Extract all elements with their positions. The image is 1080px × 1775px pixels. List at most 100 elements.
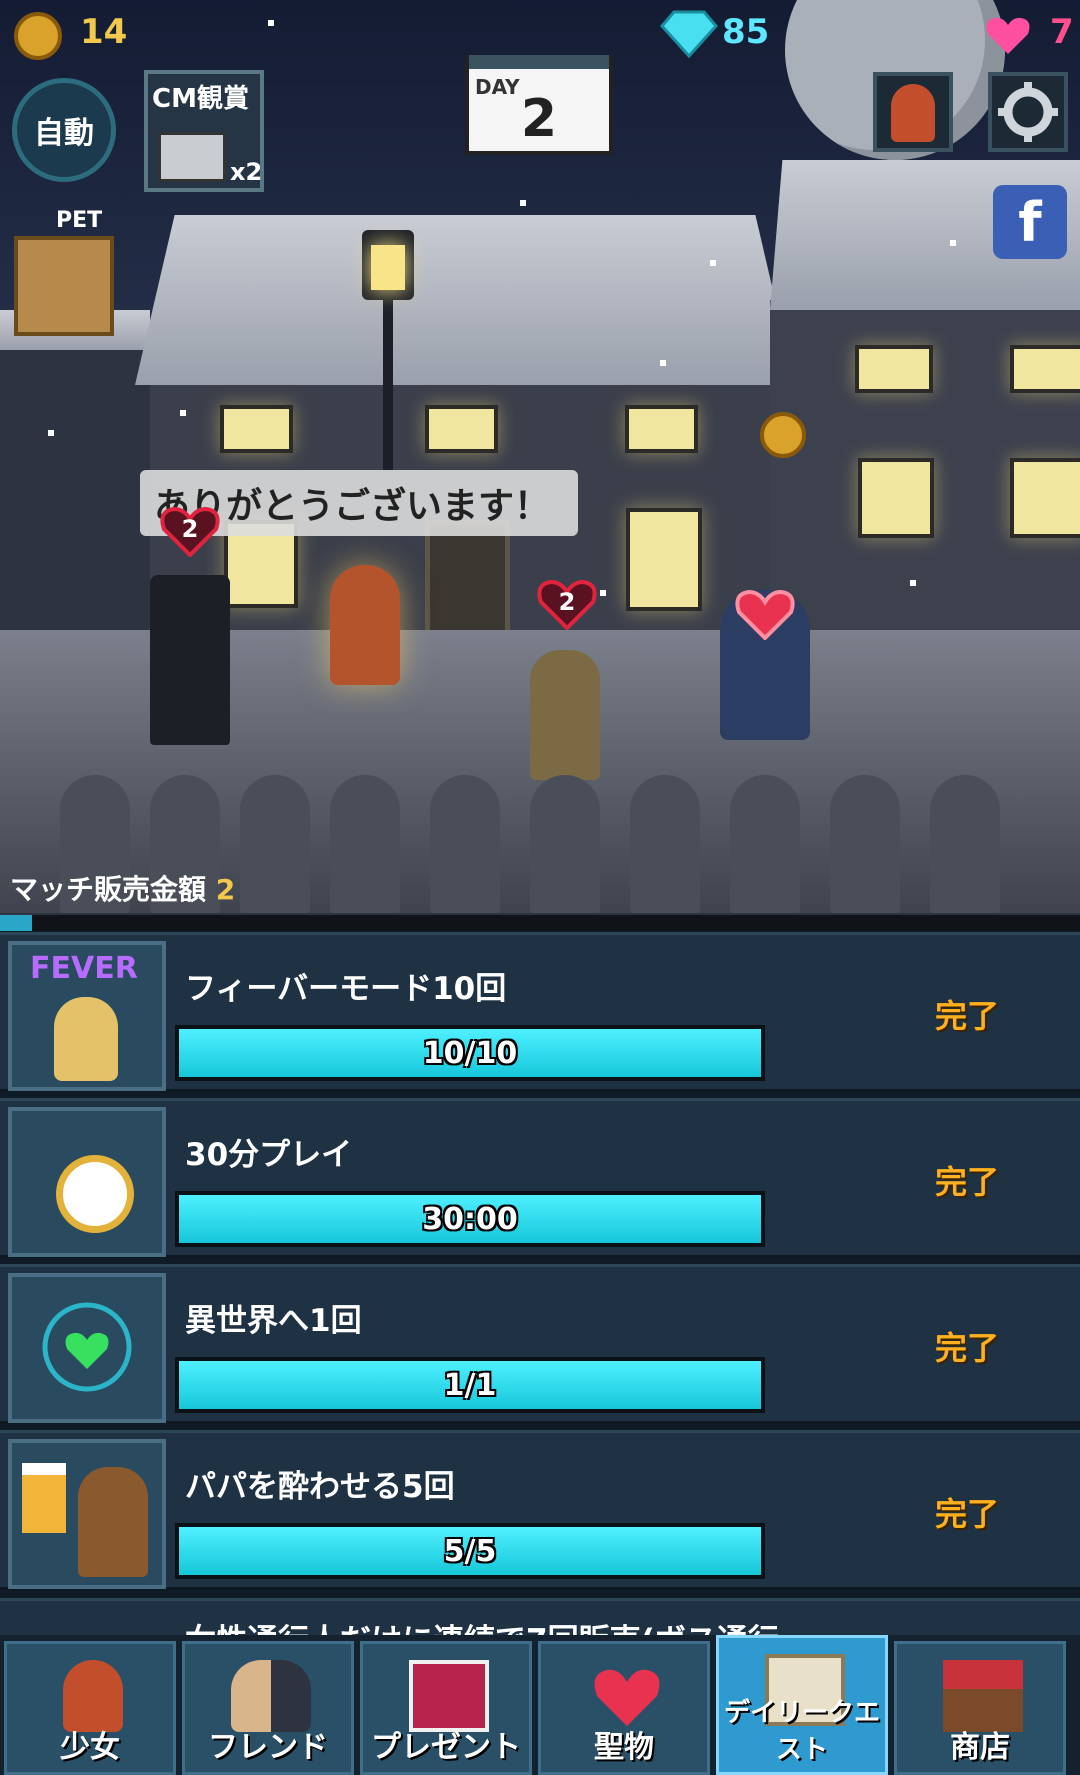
window: [855, 345, 933, 393]
golden-girl-figure: [54, 997, 118, 1081]
bottom-nav: 少女 フレンド プレゼント 聖物 デイリークエスト 商店: [0, 1635, 1080, 1775]
diamond-icon: [660, 10, 718, 58]
crowd-silhouette: [930, 775, 1000, 915]
diamond-count: 85: [722, 12, 770, 52]
nav-label: 聖物: [594, 1730, 654, 1765]
pet-label: PET: [56, 208, 103, 233]
quest-title: フィーバーモード10回: [185, 971, 507, 1007]
roof-center: [135, 215, 795, 385]
window: [625, 405, 698, 453]
snowflake: [600, 590, 606, 596]
sales-value: 2: [215, 873, 236, 906]
facebook-button[interactable]: f: [993, 185, 1067, 259]
lamp-light: [371, 245, 405, 290]
building-left: [0, 330, 160, 630]
window: [220, 405, 293, 453]
facebook-icon: f: [1018, 190, 1042, 254]
snowflake: [910, 580, 916, 586]
quest-complete-label[interactable]: 完了: [935, 1157, 999, 1203]
nav-girl[interactable]: 少女: [4, 1641, 176, 1775]
pet-house-icon: [14, 236, 114, 336]
girl-portrait-icon: [891, 84, 935, 142]
quest-progress-bar: 5/5: [175, 1523, 765, 1579]
quest-title: パパを酔わせる5回: [185, 1469, 455, 1505]
snowflake: [660, 360, 666, 366]
settings-button[interactable]: [988, 72, 1068, 152]
quest-progress-text: 1/1: [443, 1368, 497, 1403]
fever-badge: FEVER: [30, 951, 138, 986]
boy-customer: [530, 650, 600, 780]
snowflake: [520, 200, 526, 206]
heart-badge: [735, 588, 795, 641]
fever-girl-icon: FEVER: [8, 941, 166, 1091]
heart-badge: 2: [160, 505, 220, 558]
coin-icon: [14, 12, 62, 60]
snowflake: [950, 240, 956, 246]
cm-label: CM観賞: [152, 84, 249, 114]
gentleman-customer: [150, 575, 230, 745]
snowflake: [48, 430, 54, 436]
beer-mug-icon: [22, 1463, 66, 1533]
quest-progress-bar: 30:00: [175, 1191, 765, 1247]
nav-label: 商店: [950, 1730, 1010, 1765]
match-girl: [330, 565, 400, 685]
green-heart-emblem-icon: [8, 1273, 166, 1423]
drunk-papa-icon: [8, 1439, 166, 1589]
quest-row: パパを酔わせる5回 5/5 完了: [0, 1430, 1080, 1590]
sales-label: マッチ販売金額: [10, 873, 207, 906]
nav-label: 少女: [60, 1730, 120, 1765]
snowflake: [710, 260, 716, 266]
crowd-silhouette: [430, 775, 500, 915]
nav-friends[interactable]: フレンド: [182, 1641, 354, 1775]
quest-complete-label[interactable]: 完了: [935, 1489, 999, 1535]
profile-button[interactable]: [873, 72, 953, 152]
cm-watch-button[interactable]: CM観賞 x2: [144, 70, 264, 192]
quest-title: 30分プレイ: [185, 1137, 353, 1173]
quest-progress-bar: 1/1: [175, 1357, 765, 1413]
match-sales-amount: マッチ販売金額 2: [10, 868, 235, 908]
pet-button[interactable]: PET: [10, 208, 118, 336]
nav-daily-quest[interactable]: デイリークエスト: [716, 1635, 888, 1775]
nav-label: デイリークエスト: [723, 1698, 880, 1765]
day-calendar: DAY 2: [465, 55, 613, 155]
crowd-silhouette: [240, 775, 310, 915]
window: [1010, 458, 1080, 538]
pocket-watch-icon: [8, 1107, 166, 1257]
sales-progress-bar: [0, 913, 1080, 931]
crowd-silhouette: [630, 775, 700, 915]
quest-progress-bar: 10/10: [175, 1025, 765, 1081]
quest-progress-text: 10/10: [422, 1036, 518, 1071]
watch-face: [56, 1155, 134, 1233]
quest-title: 異世界へ1回: [185, 1303, 362, 1339]
cm-multiplier: x2: [230, 158, 263, 186]
tv-icon: [158, 132, 226, 182]
quest-complete-label[interactable]: 完了: [935, 1323, 999, 1369]
quest-complete-label[interactable]: 完了: [935, 991, 999, 1037]
window: [626, 508, 702, 611]
crowd-silhouette: [530, 775, 600, 915]
crowd-silhouette: [830, 775, 900, 915]
gear-icon: [998, 82, 1058, 142]
quest-row: 異世界へ1回 1/1 完了: [0, 1264, 1080, 1424]
green-heart-icon: [42, 1302, 132, 1392]
nav-shop[interactable]: 商店: [894, 1641, 1066, 1775]
sales-progress-fill: [0, 915, 33, 931]
nav-present[interactable]: プレゼント: [360, 1641, 532, 1775]
quest-row: FEVER フィーバーモード10回 10/10 完了: [0, 932, 1080, 1092]
crowd-silhouette: [330, 775, 400, 915]
calendar-rings: [469, 55, 609, 69]
coin-pickup[interactable]: [760, 412, 806, 458]
papa-figure: [78, 1467, 148, 1577]
quest-row: 30分プレイ 30:00 完了: [0, 1098, 1080, 1258]
day-number: 2: [520, 89, 558, 149]
heart-icon: [986, 17, 1030, 54]
nav-holy-items[interactable]: 聖物: [538, 1641, 710, 1775]
window: [1010, 345, 1080, 393]
auto-button[interactable]: 自動: [12, 78, 116, 182]
quest-progress-text: 5/5: [443, 1534, 497, 1569]
heart-badge: 2: [537, 578, 597, 631]
window: [858, 458, 934, 538]
snowflake: [180, 410, 186, 416]
heart-count: 7: [1050, 12, 1074, 52]
crowd-silhouette: [730, 775, 800, 915]
